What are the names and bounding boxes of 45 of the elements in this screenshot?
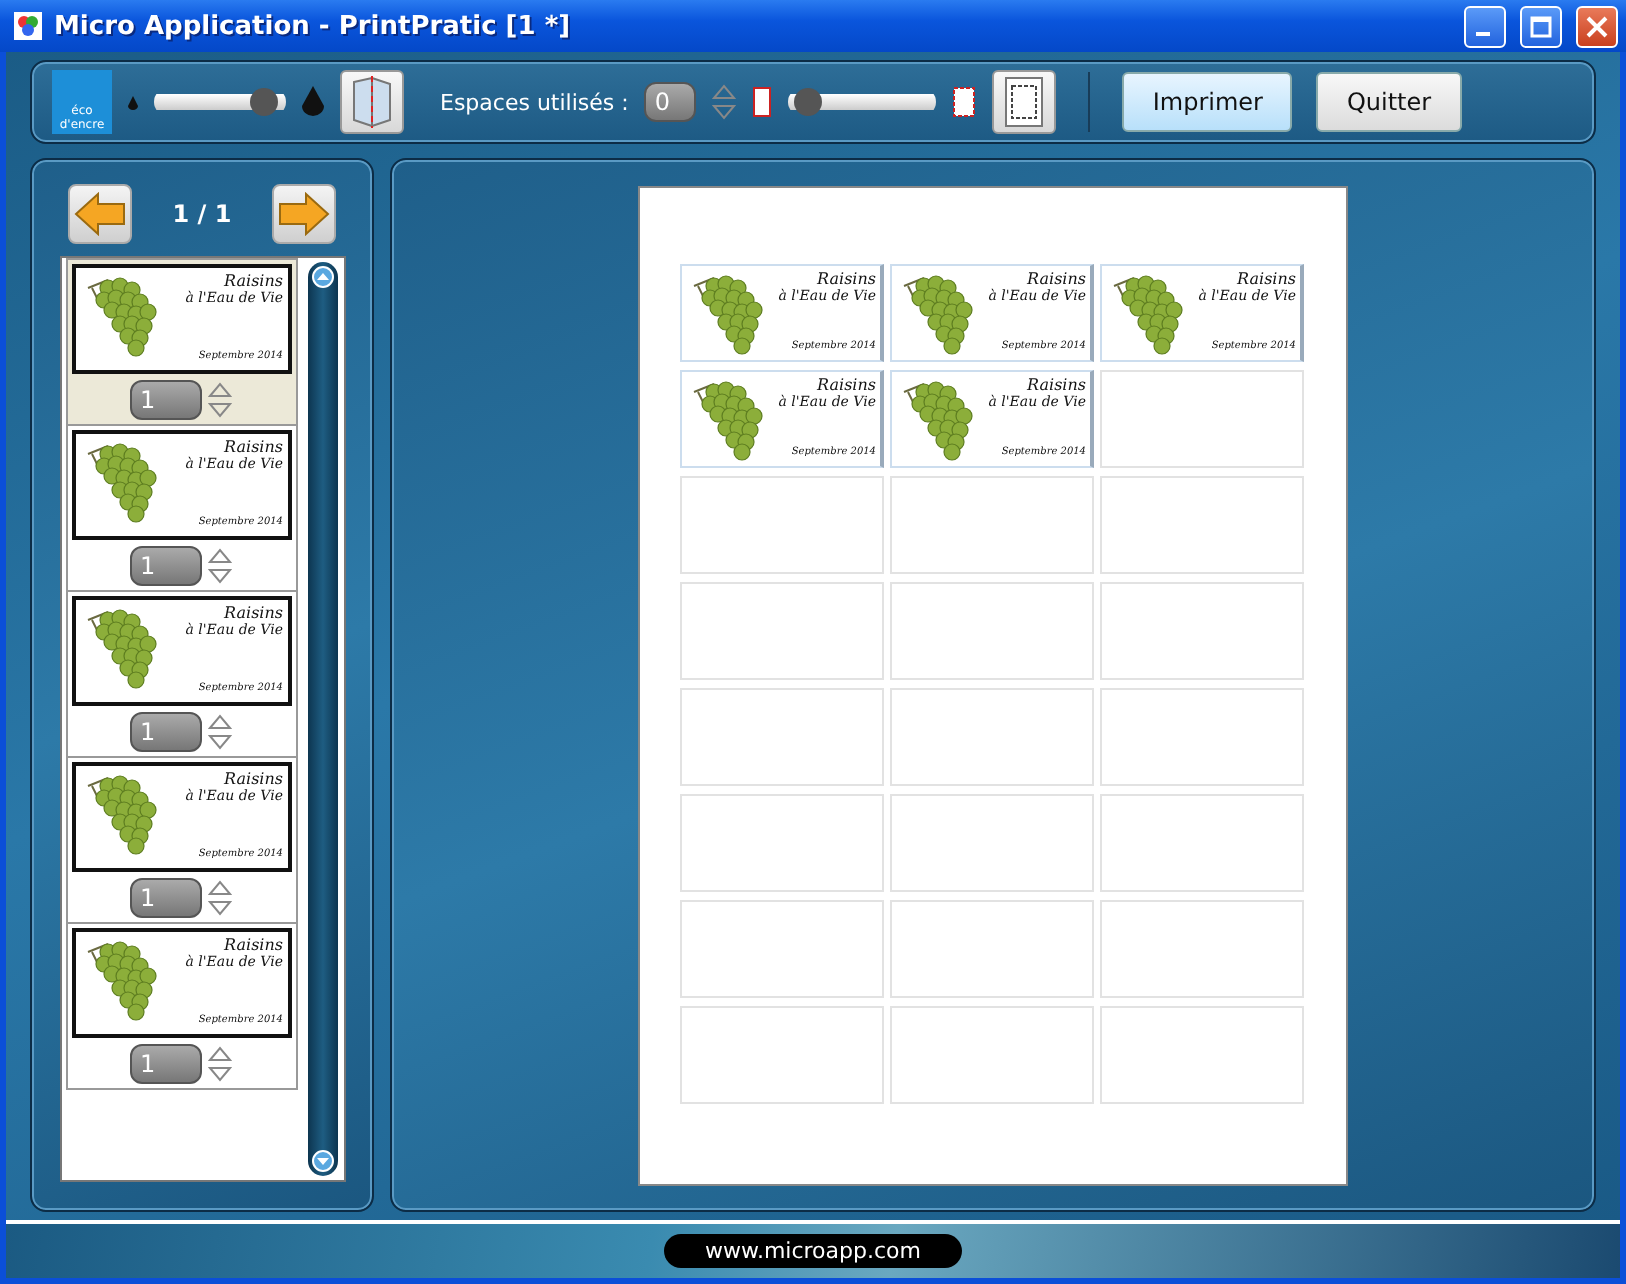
spin-arrows-icon[interactable] <box>208 546 232 586</box>
label-title: Raisins <box>224 438 283 456</box>
app-icon <box>12 10 44 42</box>
label-title: Raisins <box>224 936 283 954</box>
label-title: Raisins <box>1237 270 1296 288</box>
next-page-button[interactable] <box>271 184 336 244</box>
slider-thumb[interactable] <box>793 88 822 116</box>
small-drop-icon <box>128 95 138 109</box>
wide-page-icon <box>952 86 977 118</box>
page-counter: 1 / 1 <box>172 200 232 228</box>
label-title: Raisins <box>224 770 283 788</box>
fold-button[interactable] <box>340 70 404 134</box>
label-title: Raisins <box>224 604 283 622</box>
spin-arrows-icon[interactable] <box>208 380 232 420</box>
maximize-icon <box>1530 15 1552 37</box>
label-title: Raisins <box>817 376 876 394</box>
spin-arrows-icon[interactable] <box>208 878 232 918</box>
ink-slider[interactable] <box>154 88 286 116</box>
label-title: Raisins <box>1027 376 1086 394</box>
slider-thumb[interactable] <box>250 88 279 116</box>
label-title: Raisins <box>224 272 283 290</box>
narrow-page-icon <box>752 86 773 118</box>
print-button[interactable]: Imprimer <box>1122 72 1293 132</box>
website-link[interactable]: www.microapp.com <box>664 1234 961 1268</box>
close-button[interactable] <box>1576 5 1618 47</box>
spin-arrows-icon[interactable] <box>208 712 232 752</box>
quit-button[interactable]: Quitter <box>1316 72 1462 132</box>
previous-page-button[interactable] <box>68 184 133 244</box>
label-title: Raisins <box>817 270 876 288</box>
scroll-up-icon[interactable] <box>311 266 333 288</box>
right-arrow-icon <box>277 192 330 236</box>
spaces-label: Espaces utilisés : <box>440 89 629 115</box>
large-drop-icon <box>302 86 324 118</box>
close-icon <box>1586 15 1608 37</box>
left-arrow-icon <box>74 192 127 236</box>
label-title: Raisins <box>1027 270 1086 288</box>
window-title: Micro Application - PrintPratic [1 *] <box>54 11 573 41</box>
minimize-button[interactable] <box>1464 5 1506 47</box>
spin-arrows-icon[interactable] <box>208 1044 232 1084</box>
margin-slider[interactable] <box>788 88 937 116</box>
minimize-icon <box>1475 32 1489 36</box>
scroll-down-icon[interactable] <box>311 1150 333 1172</box>
maximize-button[interactable] <box>1520 5 1562 47</box>
margins-button[interactable] <box>992 70 1057 134</box>
scrollbar[interactable] <box>307 262 337 1176</box>
